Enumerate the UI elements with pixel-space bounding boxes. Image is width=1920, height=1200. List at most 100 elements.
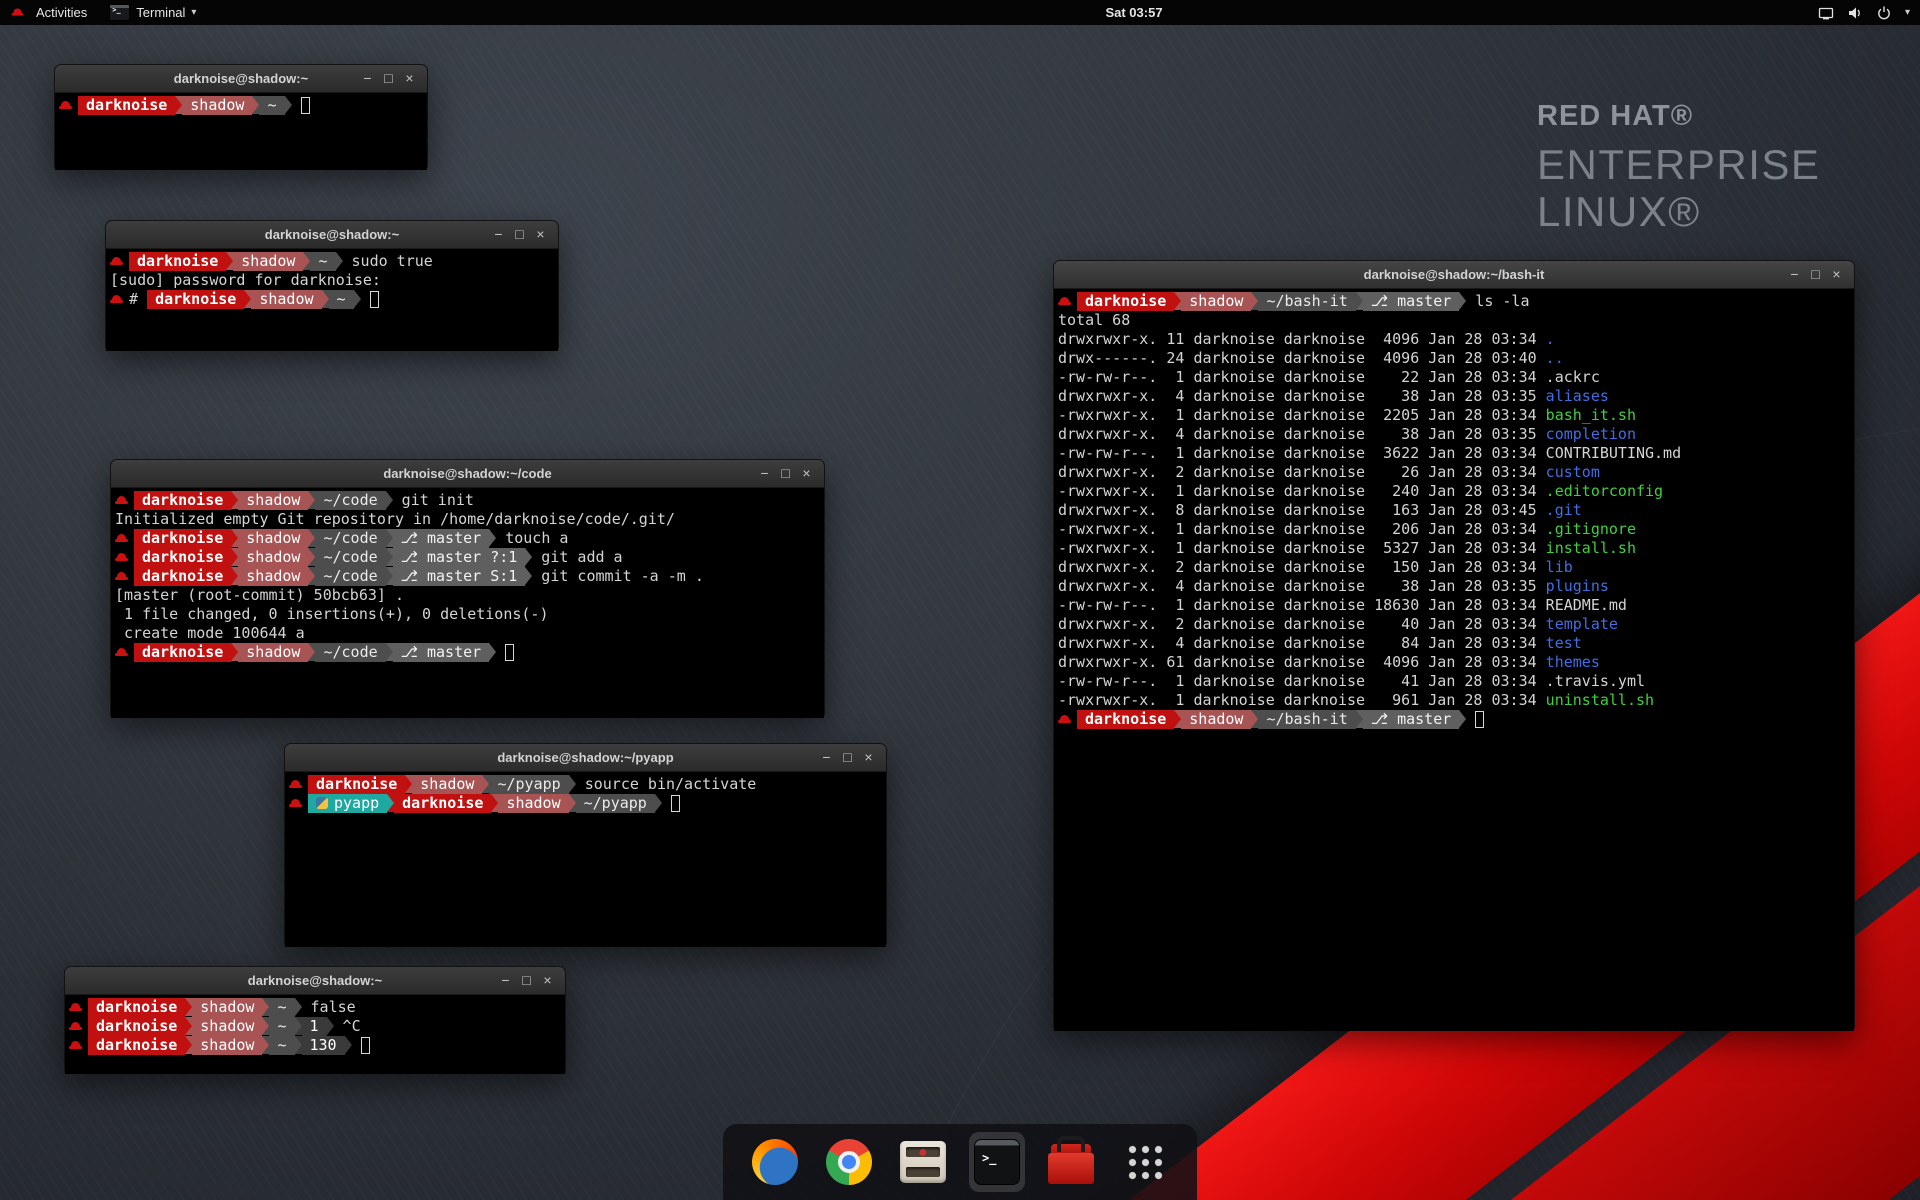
maximize-button[interactable]: □ [837, 744, 858, 771]
power-icon[interactable] [1876, 5, 1892, 21]
close-button[interactable]: × [858, 744, 879, 771]
terminal-content[interactable]: darknoiseshadow~ [55, 93, 427, 170]
brand-enterprise: ENTERPRISE [1537, 141, 1820, 188]
terminal-content[interactable]: darknoiseshadow~ falsedarknoiseshadow~1 … [65, 995, 565, 1074]
prompt-segment-git: ⎇ master [393, 529, 490, 548]
prompt-segment-host: shadow [412, 775, 482, 794]
prompt-segment-host: shadow [1181, 710, 1251, 729]
terminal-text: . [1546, 330, 1555, 349]
prompt-segment-status: 1 [302, 1017, 327, 1036]
chrome-icon[interactable] [821, 1132, 877, 1192]
window-titlebar[interactable]: darknoise@shadow:~/pyapp − □ × [285, 744, 886, 772]
terminal-content[interactable]: darknoiseshadow~/pyapp source bin/activa… [285, 772, 886, 947]
prompt-segment-host: shadow [238, 567, 308, 586]
terminal-text: [master (root-commit) 50bcb63] . [115, 586, 404, 605]
terminal-content[interactable]: darknoiseshadow~/bash-it⎇ master ls -lat… [1054, 289, 1854, 1031]
terminal-text: .. [1546, 349, 1564, 368]
terminal-text: # [129, 290, 147, 309]
chevron-down-icon[interactable]: ▾ [1905, 7, 1910, 18]
archive-manager-icon[interactable] [895, 1132, 951, 1192]
prompt-segment-status: 130 [302, 1036, 345, 1055]
brand-redhat: RED HAT® [1537, 100, 1820, 133]
terminal-text: drwxrwxr-x. 2 darknoise darknoise 40 Jan… [1058, 615, 1546, 634]
terminal-content[interactable]: darknoiseshadow~ sudo true[sudo] passwor… [106, 249, 558, 351]
prompt-segment-path: ~ [310, 252, 335, 271]
maximize-button[interactable]: □ [516, 967, 537, 994]
close-button[interactable]: × [1826, 261, 1847, 288]
terminal-text: ^C [334, 1017, 361, 1036]
activities-button[interactable]: Activities [0, 0, 98, 25]
powerline-arrow-icon [489, 529, 496, 547]
terminal-line: -rw-rw-r--. 1 darknoise darknoise 22 Jan… [1058, 368, 1852, 387]
close-button[interactable]: × [796, 460, 817, 487]
fedora-icon [115, 552, 128, 563]
minimize-button[interactable]: − [1784, 261, 1805, 288]
terminal-window-home-1: darknoise@shadow:~ − □ × darknoiseshadow… [54, 64, 428, 168]
prompt-segment-host: shadow [192, 998, 262, 1017]
terminal-line: darknoiseshadow~/code⎇ master S:1 git co… [115, 567, 822, 586]
terminal-cursor [361, 1037, 370, 1054]
window-titlebar[interactable]: darknoise@shadow:~ − □ × [106, 221, 558, 249]
prompt-segment-user: darknoise [88, 1017, 185, 1036]
window-title: darknoise@shadow:~ [265, 227, 399, 242]
fedora-icon [1058, 714, 1071, 725]
window-titlebar[interactable]: darknoise@shadow:~/bash-it − □ × [1054, 261, 1854, 289]
toolbox-icon[interactable] [1043, 1132, 1099, 1192]
minimize-button[interactable]: − [357, 65, 378, 92]
window-titlebar[interactable]: darknoise@shadow:~ − □ × [55, 65, 427, 93]
powerline-arrow-icon [386, 491, 393, 509]
app-menu-button[interactable]: >_ Terminal ▾ [98, 0, 207, 25]
terminal-window-pyapp: darknoise@shadow:~/pyapp − □ × darknoise… [284, 743, 887, 945]
prompt-segment-user: darknoise [134, 529, 231, 548]
terminal-line: darknoiseshadow~ false [69, 998, 563, 1017]
terminal-icon[interactable] [969, 1132, 1025, 1192]
fedora-icon [1058, 296, 1071, 307]
powerline-arrow-icon [405, 775, 412, 793]
fedora-icon [289, 779, 302, 790]
terminal-content[interactable]: darknoiseshadow~/code git initInitialize… [111, 488, 824, 718]
terminal-text: -rw-rw-r--. 1 darknoise darknoise 18630 … [1058, 596, 1627, 615]
window-title: darknoise@shadow:~/code [383, 466, 551, 481]
prompt-segment-path: ~/code [315, 491, 385, 510]
powerline-arrow-icon [525, 548, 532, 566]
clock[interactable]: Sat 03:57 [1105, 5, 1162, 20]
minimize-button[interactable]: − [488, 221, 509, 248]
terminal-text: create mode 100644 a [115, 624, 305, 643]
terminal-text: -rw-rw-r--. 1 darknoise darknoise 3622 J… [1058, 444, 1681, 463]
prompt-segment-path: ~/bash-it [1258, 710, 1355, 729]
fedora-icon [115, 495, 128, 506]
powerline-arrow-icon [386, 529, 393, 547]
minimize-button[interactable]: − [495, 967, 516, 994]
prompt-segment-path: ~ [269, 1036, 294, 1055]
prompt-segment-host: shadow [192, 1017, 262, 1036]
prompt-segment-host: shadow [233, 252, 303, 271]
display-icon[interactable] [1818, 5, 1834, 21]
terminal-line: drwxrwxr-x. 8 darknoise darknoise 163 Ja… [1058, 501, 1852, 520]
volume-icon[interactable] [1847, 5, 1863, 21]
app-grid-icon[interactable] [1117, 1132, 1173, 1192]
prompt-segment-path: ~/code [315, 548, 385, 567]
terminal-text: template [1546, 615, 1618, 634]
firefox-icon[interactable] [747, 1132, 803, 1192]
terminal-line: drwxrwxr-x. 2 darknoise darknoise 40 Jan… [1058, 615, 1852, 634]
close-button[interactable]: × [537, 967, 558, 994]
powerline-arrow-icon [354, 290, 361, 308]
window-titlebar[interactable]: darknoise@shadow:~ − □ × [65, 967, 565, 995]
maximize-button[interactable]: □ [1805, 261, 1826, 288]
fedora-icon [69, 1002, 82, 1013]
maximize-button[interactable]: □ [775, 460, 796, 487]
terminal-text: -rwxrwxr-x. 1 darknoise darknoise 206 Ja… [1058, 520, 1546, 539]
maximize-button[interactable]: □ [509, 221, 530, 248]
prompt-segment-path: ~/pyapp [489, 775, 568, 794]
close-button[interactable]: × [530, 221, 551, 248]
minimize-button[interactable]: − [816, 744, 837, 771]
terminal-text: drwxrwxr-x. 2 darknoise darknoise 150 Ja… [1058, 558, 1546, 577]
close-button[interactable]: × [399, 65, 420, 92]
maximize-button[interactable]: □ [378, 65, 399, 92]
powerline-arrow-icon [569, 775, 576, 793]
prompt-segment-git: ⎇ master ?:1 [393, 548, 526, 567]
minimize-button[interactable]: − [754, 460, 775, 487]
powerline-arrow-icon [1174, 710, 1181, 728]
powerline-arrow-icon [386, 548, 393, 566]
window-titlebar[interactable]: darknoise@shadow:~/code − □ × [111, 460, 824, 488]
